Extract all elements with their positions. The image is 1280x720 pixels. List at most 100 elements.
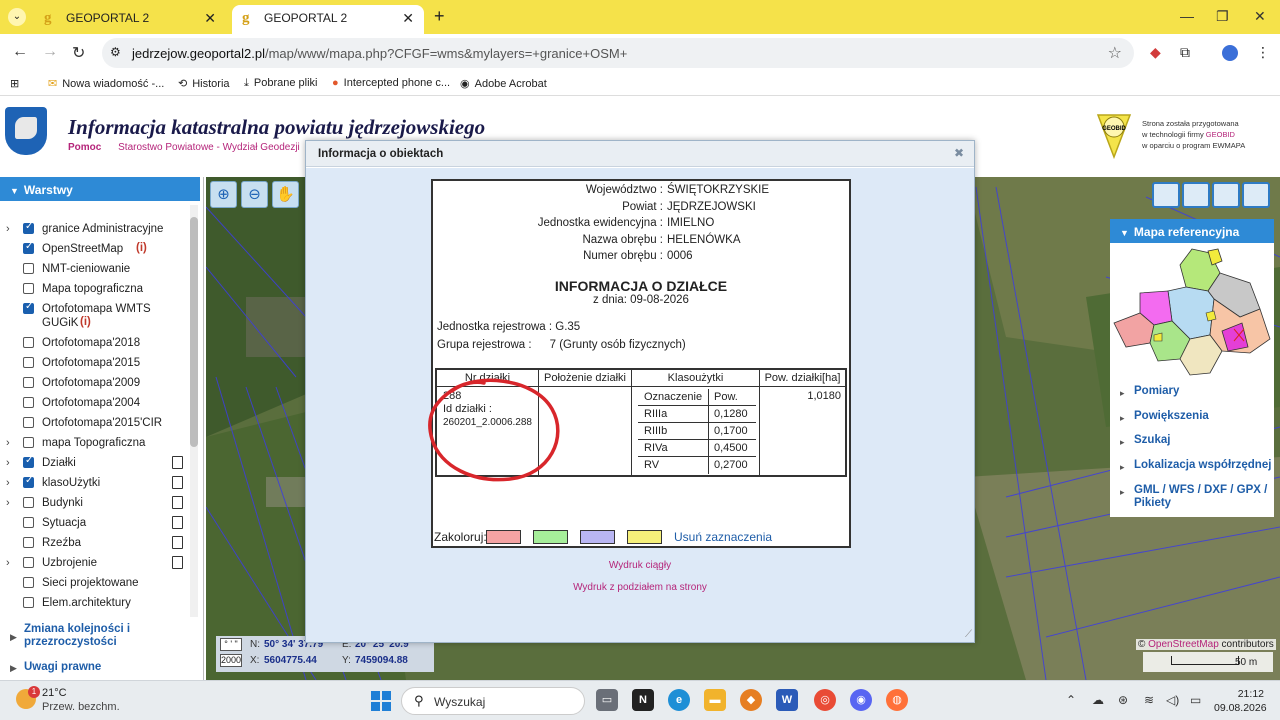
expand-arrow-icon[interactable]: › — [6, 437, 10, 449]
reload-icon[interactable]: ↻ — [72, 43, 85, 63]
print-continuous-link[interactable]: Wydruk ciągły — [306, 560, 974, 571]
reference-menu-item[interactable]: ▸ GML / WFS / DXF / GPX / Pikiety — [1110, 484, 1274, 510]
layer-item[interactable]: Ortofotomapa'2015 — [0, 354, 190, 374]
discord-app-icon[interactable]: ◉ — [850, 689, 872, 711]
close-window-icon[interactable]: ✕ — [1254, 8, 1266, 25]
weather-temperature[interactable]: 21°C — [42, 687, 67, 699]
document-icon[interactable] — [172, 496, 183, 509]
layer-item[interactable]: › Uzbrojenie — [0, 554, 190, 574]
layer-checkbox[interactable] — [23, 357, 34, 368]
layer-checkbox[interactable] — [23, 475, 34, 488]
browser-menu-icon[interactable]: ⋮ — [1256, 44, 1270, 61]
layer-item[interactable]: › mapa Topograficzna — [0, 434, 190, 454]
dialog-header[interactable]: Informacja o obiektach ✖ — [306, 141, 974, 167]
clear-selection-link[interactable]: Usuń zaznaczenia — [674, 530, 772, 544]
layers-scrollbar-thumb[interactable] — [190, 217, 198, 447]
task-view-icon[interactable]: ▭ — [596, 689, 618, 711]
layout-export-icon[interactable] — [1212, 182, 1240, 208]
document-icon[interactable] — [172, 476, 183, 489]
restore-icon[interactable]: ❐ — [1216, 8, 1229, 25]
address-bar[interactable]: ⚙ jedrzejow.geoportal2.pl/map/www/mapa.p… — [102, 38, 1134, 68]
bookmark-item[interactable]: ⟲ Historia — [178, 77, 230, 90]
layer-item[interactable]: Ortofotomapa'2009 — [0, 374, 190, 394]
layer-checkbox[interactable] — [23, 397, 34, 408]
brave-app-icon[interactable]: ◆ — [740, 689, 762, 711]
layer-checkbox[interactable] — [23, 337, 34, 348]
color-swatch[interactable] — [580, 530, 615, 544]
layer-item[interactable]: Elem.architektury — [0, 594, 190, 614]
taskbar-search[interactable]: ⚲ Wyszukaj — [401, 687, 585, 715]
layer-checkbox[interactable] — [23, 283, 34, 294]
edge-app-icon[interactable]: e — [668, 689, 690, 711]
layout-full-icon[interactable] — [1152, 182, 1180, 208]
layer-checkbox[interactable] — [23, 263, 34, 274]
extension-icon[interactable]: ◆ — [1150, 44, 1161, 61]
expand-arrow-icon[interactable]: › — [6, 557, 10, 569]
layer-item[interactable]: Ortofotomapa'2015'CIR — [0, 414, 190, 434]
cloud-icon[interactable]: ☁ — [1092, 693, 1104, 707]
layer-item[interactable]: OpenStreetMap (i) — [0, 240, 190, 260]
tab-search-menu-icon[interactable]: ⌄ — [8, 8, 26, 26]
layer-checkbox[interactable] — [23, 301, 34, 314]
layer-checkbox[interactable] — [23, 241, 34, 254]
bookmark-star-icon[interactable]: ☆ — [1108, 43, 1122, 63]
notion-app-icon[interactable]: N — [632, 689, 654, 711]
url-text[interactable]: jedrzejow.geoportal2.pl/map/www/mapa.php… — [132, 46, 627, 61]
layout-panel-icon[interactable] — [1242, 182, 1270, 208]
document-icon[interactable] — [172, 456, 183, 469]
extensions-puzzle-icon[interactable]: ⧉ — [1180, 44, 1190, 61]
close-icon[interactable]: ✖ — [954, 146, 964, 160]
color-swatch[interactable] — [486, 530, 521, 544]
site-info-icon[interactable]: ⚙ — [110, 45, 121, 59]
color-swatch[interactable] — [627, 530, 662, 544]
layer-item[interactable]: Mapa topograficzna — [0, 280, 190, 300]
layout-split-icon[interactable] — [1182, 182, 1210, 208]
layer-item[interactable]: › granice Administracyjne — [0, 220, 190, 240]
layer-item[interactable]: › klasoUżytki — [0, 474, 190, 494]
bookmark-item[interactable]: ⤓ Pobrane pliki — [244, 77, 317, 90]
layer-item[interactable]: Ortofotomapa'2018 — [0, 334, 190, 354]
reference-map[interactable] — [1110, 243, 1274, 379]
wifi-icon[interactable]: ≋ — [1144, 693, 1154, 707]
expand-arrow-icon[interactable]: › — [6, 477, 10, 489]
layer-checkbox[interactable] — [23, 437, 34, 448]
browser-tab-1[interactable]: g GEOPORTAL 2 ✕ — [34, 5, 226, 34]
osm-link[interactable]: OpenStreetMap — [1148, 639, 1219, 650]
reference-map-header[interactable]: ▼ Mapa referencyjna — [1110, 219, 1274, 243]
layer-checkbox[interactable] — [23, 517, 34, 528]
legal-notes-link[interactable]: ▶ Uwagi prawne — [0, 661, 200, 673]
volume-icon[interactable]: ◁) — [1166, 693, 1179, 707]
firefox-app-icon[interactable]: ◍ — [886, 689, 908, 711]
network-vpn-icon[interactable]: ⊛ — [1118, 693, 1128, 707]
document-icon[interactable] — [172, 556, 183, 569]
bookmark-item[interactable]: ◉ Adobe Acrobat — [460, 77, 547, 90]
system-clock[interactable]: 21:12 09.08.2026 — [1214, 687, 1267, 715]
chrome-app-icon[interactable]: ◎ — [814, 689, 836, 711]
print-pages-link[interactable]: Wydruk z podziałem na strony — [306, 582, 974, 593]
layer-item[interactable]: › Działki — [0, 454, 190, 474]
help-link[interactable]: Pomoc — [68, 142, 101, 153]
document-icon[interactable] — [172, 536, 183, 549]
zoom-in-icon[interactable]: ⊕ — [210, 181, 237, 208]
pan-hand-icon[interactable]: ✋ — [272, 181, 299, 208]
layer-checkbox[interactable] — [23, 577, 34, 588]
expand-arrow-icon[interactable]: › — [6, 497, 10, 509]
office-link[interactable]: Starostwo Powiatowe - Wydział Geodezji — [118, 142, 300, 153]
layer-checkbox[interactable] — [23, 497, 34, 508]
show-hidden-icons[interactable]: ⌃ — [1066, 693, 1076, 707]
zoom-out-icon[interactable]: ⊖ — [241, 181, 268, 208]
reference-menu-item[interactable]: ▸ Powiększenia — [1110, 410, 1274, 423]
layer-checkbox[interactable] — [23, 597, 34, 608]
start-button[interactable] — [371, 691, 391, 711]
layer-checkbox[interactable] — [23, 537, 34, 548]
expand-arrow-icon[interactable]: › — [6, 223, 10, 235]
forward-icon[interactable]: → — [42, 43, 58, 61]
resize-handle-icon[interactable]: ⟋ — [965, 629, 972, 640]
new-tab-icon[interactable]: + — [434, 6, 445, 27]
reference-menu-item[interactable]: ▸ Szukaj — [1110, 434, 1274, 447]
reference-menu-item[interactable]: ▸ Lokalizacja współrzędnej — [1110, 459, 1274, 472]
order-transparency-link[interactable]: ▶ Zmiana kolejności i przezroczystości — [0, 623, 200, 649]
layer-checkbox[interactable] — [23, 417, 34, 428]
layer-checkbox[interactable] — [23, 557, 34, 568]
layer-checkbox[interactable] — [23, 377, 34, 388]
